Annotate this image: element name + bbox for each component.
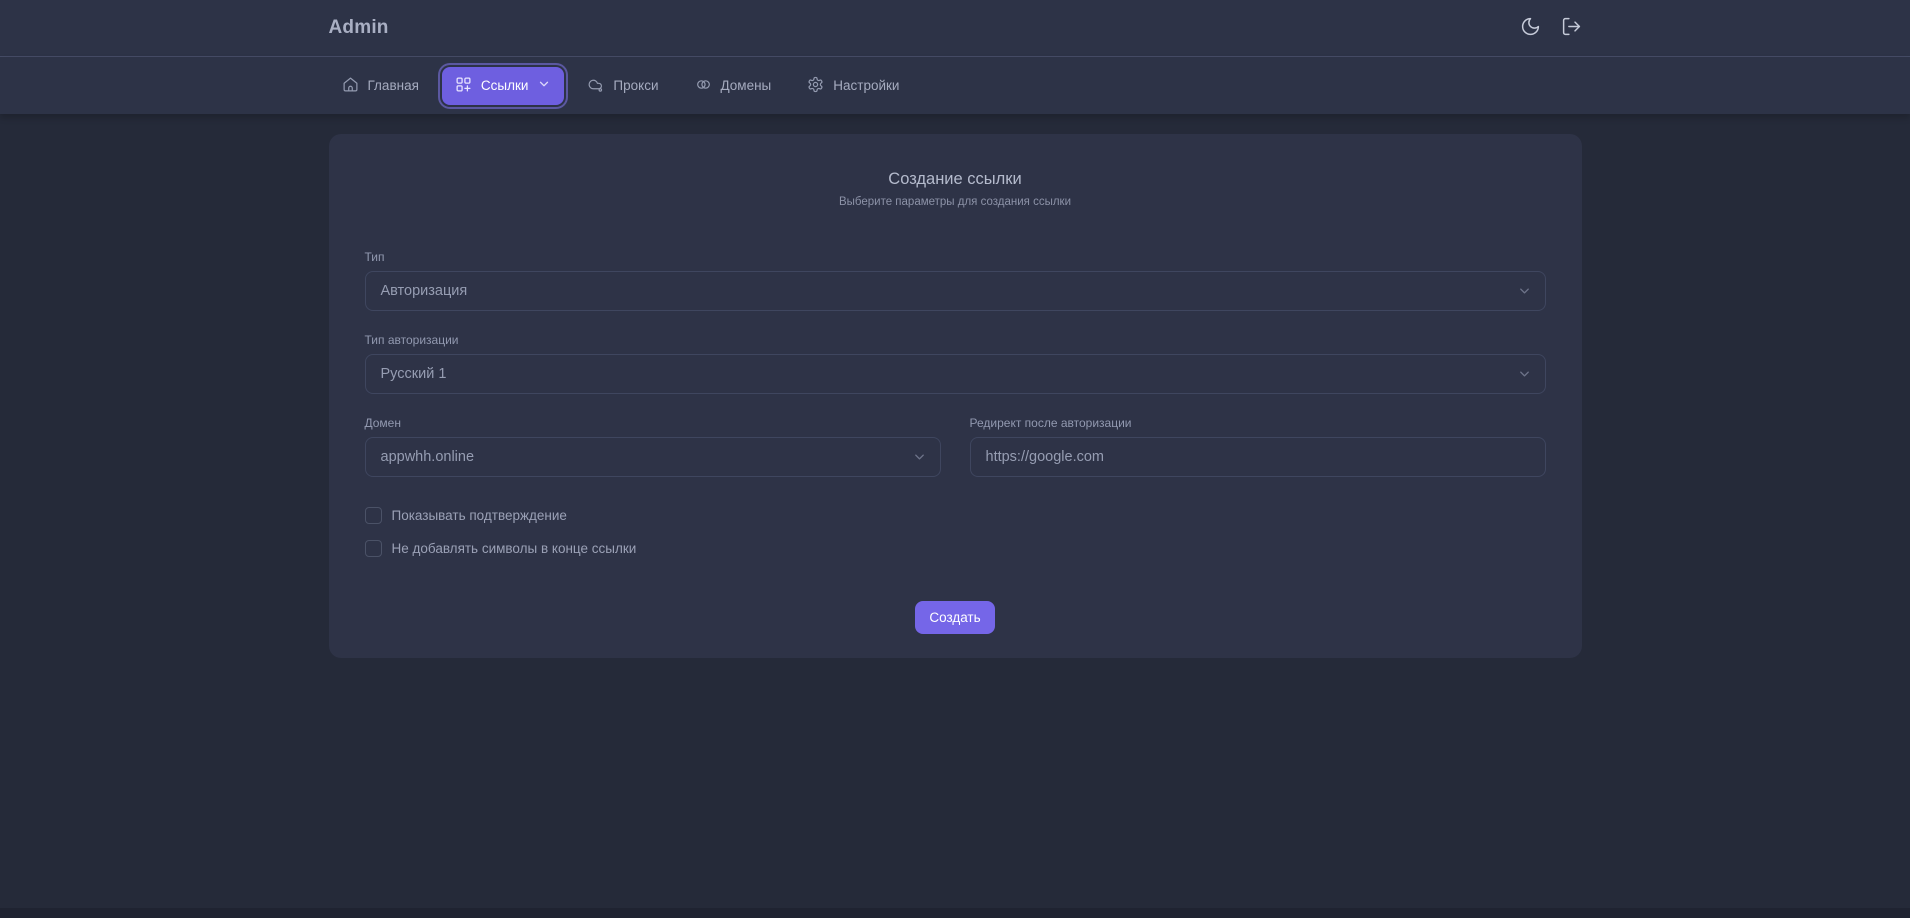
confirmation-checkbox-row[interactable]: Показывать подтверждение	[364, 507, 1546, 524]
domain-select-value: appwhh.online	[380, 449, 475, 465]
create-link-card: Создание ссылки Выберите параметры для с…	[328, 134, 1582, 658]
field-redirect: Редирект после авторизации	[969, 416, 1546, 477]
nav-item-settings[interactable]: Настройки	[794, 67, 912, 105]
auth-type-select-value: Русский 1	[380, 366, 447, 382]
confirmation-checkbox-label: Показывать подтверждение	[391, 508, 567, 523]
logout-button[interactable]	[1561, 16, 1582, 40]
field-type: Тип Авторизация	[364, 250, 1546, 311]
home-icon	[342, 76, 359, 96]
nav-item-links[interactable]: Ссылки	[441, 66, 565, 105]
field-auth-type-label: Тип авторизации	[364, 333, 459, 347]
type-select-value: Авторизация	[380, 283, 468, 299]
chevron-down-icon	[912, 450, 927, 465]
field-domain-label: Домен	[364, 416, 402, 430]
domain-redirect-row: Домен appwhh.online Редирект после автор…	[364, 416, 1546, 477]
confirmation-checkbox[interactable]	[364, 507, 382, 524]
chevron-down-icon	[1517, 367, 1532, 382]
field-redirect-label: Редирект после авторизации	[969, 416, 1132, 430]
top-bar: Admin	[0, 0, 1910, 57]
card-subtitle: Выберите параметры для создания ссылки	[838, 196, 1072, 208]
gear-icon	[807, 76, 824, 96]
app-title: Admin	[328, 17, 389, 38]
main-nav: Главная Ссылки Прокси Домены Настройки	[0, 57, 1910, 114]
chevron-down-icon	[537, 77, 551, 94]
grid-plus-icon	[455, 76, 472, 96]
cloud-icon	[587, 76, 604, 96]
card-title: Создание ссылки	[888, 170, 1022, 188]
field-auth-type: Тип авторизации Русский 1	[364, 333, 1546, 394]
nav-item-domains[interactable]: Домены	[682, 67, 785, 105]
no-symbols-checkbox-row[interactable]: Не добавлять символы в конце ссылки	[364, 540, 1546, 557]
auth-type-select[interactable]: Русский 1	[364, 354, 1546, 394]
topbar-actions	[1520, 16, 1582, 40]
link-circles-icon	[695, 76, 712, 96]
nav-label: Домены	[720, 78, 772, 93]
logout-icon	[1561, 16, 1582, 40]
theme-toggle-button[interactable]	[1520, 16, 1541, 40]
nav-label: Ссылки	[480, 78, 529, 93]
field-domain: Домен appwhh.online	[364, 416, 941, 477]
nav-label: Настройки	[833, 78, 900, 93]
no-symbols-checkbox-label: Не добавлять символы в конце ссылки	[391, 541, 637, 556]
horizontal-scrollbar[interactable]	[0, 908, 1910, 918]
chevron-down-icon	[1517, 284, 1532, 299]
create-button[interactable]: Создать	[915, 601, 995, 634]
main-content: Создание ссылки Выберите параметры для с…	[0, 114, 1910, 658]
nav-item-proxy[interactable]: Прокси	[574, 67, 671, 105]
no-symbols-checkbox[interactable]	[364, 540, 382, 557]
redirect-input-wrap	[969, 437, 1546, 477]
nav-item-home[interactable]: Главная	[329, 67, 432, 105]
nav-label: Прокси	[613, 78, 659, 93]
redirect-input[interactable]	[985, 438, 1530, 476]
nav-label: Главная	[367, 78, 419, 93]
submit-row: Создать	[365, 601, 1546, 646]
type-select[interactable]: Авторизация	[364, 271, 1546, 311]
field-type-label: Тип	[364, 250, 385, 264]
moon-icon	[1520, 16, 1541, 40]
domain-select[interactable]: appwhh.online	[364, 437, 941, 477]
